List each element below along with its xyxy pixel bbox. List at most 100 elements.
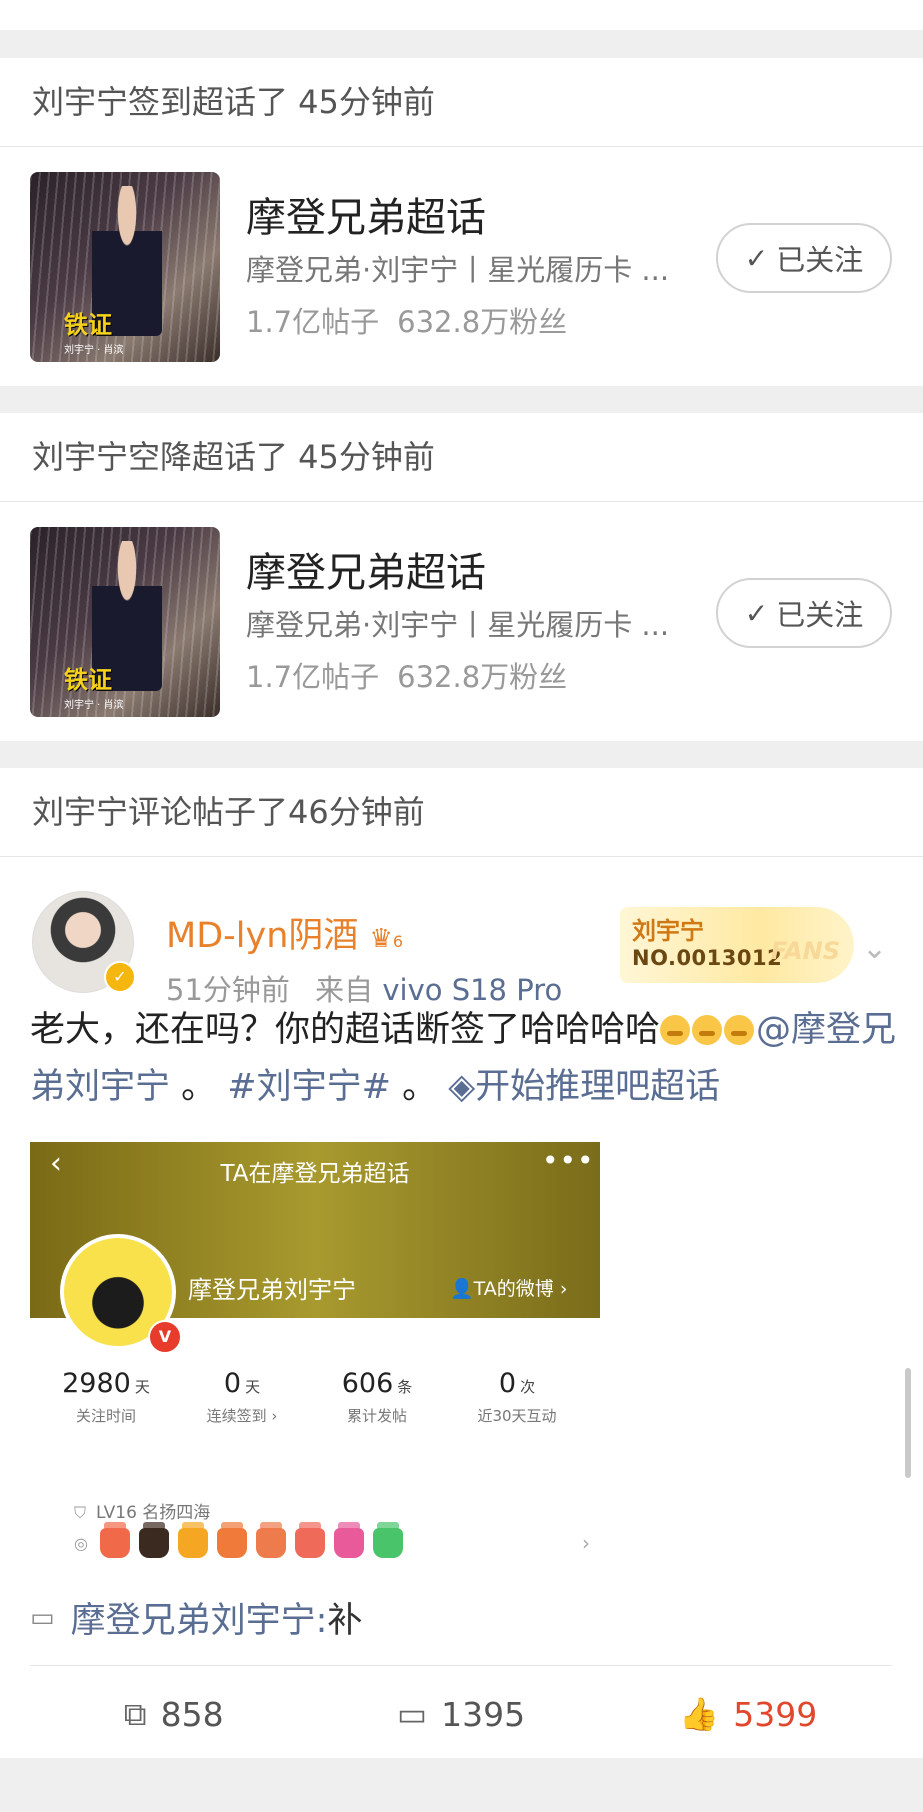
thumb-subtitle: 刘宇宁 · 肖滨	[64, 345, 124, 356]
stat-num: 606	[341, 1368, 394, 1399]
activity-header: 刘宇宁空降超话了 45分钟前	[0, 413, 923, 502]
stat-unit: 天	[245, 1378, 261, 1396]
level-text: LV16 名扬四海	[96, 1503, 211, 1523]
comment-line[interactable]: ▭ 摩登兄弟刘宇宁: 补	[30, 1592, 362, 1643]
chevron-right-icon: ›	[581, 1531, 590, 1555]
topic-fan-count: 632.8万粉丝	[397, 305, 568, 339]
stat-follow-time: 2980 天 关注时间	[30, 1368, 182, 1426]
badge-icon	[294, 1522, 325, 1558]
activity-card-checkin: 刘宇宁签到超话了 45分钟前 铁证 刘宇宁 · 肖滨 摩登兄弟超话 摩登兄弟·刘…	[0, 58, 923, 386]
stat-interactions: 0次 近30天互动	[452, 1368, 582, 1426]
screenshot-title: TA在摩登兄弟超话	[220, 1161, 410, 1187]
activity-header: 刘宇宁评论帖子了46分钟前	[0, 768, 923, 857]
comment-icon: ▭	[396, 1695, 428, 1733]
badge-icon	[333, 1522, 364, 1558]
activity-card-airdrop: 刘宇宁空降超话了 45分钟前 铁证 刘宇宁 · 肖滨 摩登兄弟超话 摩登兄弟·刘…	[0, 413, 923, 741]
post: ✓ MD-lyn阴酒 ♛6 51分钟前 来自 vivo S18 Pro 刘宇宁 …	[0, 857, 923, 1762]
username[interactable]: MD-lyn阴酒 ♛6	[166, 907, 403, 958]
comment-author[interactable]: 摩登兄弟刘宇宁:	[71, 1592, 328, 1643]
screenshot-stats: 2980 天 关注时间 0天 连续签到 › 606 条 累计发帖 0次 近30天互动	[30, 1368, 600, 1426]
stat-label: 累计发帖	[346, 1407, 407, 1425]
topic-post-count: 1.7亿帖子	[246, 660, 380, 694]
badge-icon	[372, 1522, 403, 1558]
fans-badge-word: FANS	[770, 937, 840, 965]
stat-num: 0	[498, 1368, 517, 1399]
stat-unit: 天	[134, 1378, 150, 1396]
repost-count: 858	[160, 1694, 224, 1734]
badge-icon	[99, 1522, 130, 1558]
stat-label: 近30天互动	[477, 1407, 557, 1425]
badge-row: ◎ ›	[74, 1522, 590, 1558]
topic-thumbnail[interactable]: 铁证 刘宇宁 · 肖滨	[30, 172, 220, 362]
post-text: 老大，还在吗？你的超话断签了哈哈哈哈 @摩登兄弟刘宇宁 。 #刘宇宁# 。 ◈开始…	[30, 1002, 900, 1116]
stat-streak: 0天 连续签到 ›	[182, 1368, 302, 1426]
red-v-badge-icon: V	[148, 1320, 182, 1354]
post-image-screenshot[interactable]: ‹ TA在摩登兄弟超话 ••• V 摩登兄弟刘宇宁 👤TA的微博 › 2980 天…	[30, 1142, 600, 1572]
topic-row[interactable]: 铁证 刘宇宁 · 肖滨 摩登兄弟超话 摩登兄弟·刘宇宁丨星光履历卡 ... 1.…	[0, 147, 923, 381]
medal-icon: ◎	[74, 1533, 88, 1553]
check-icon: ✓	[744, 241, 769, 275]
crown-level: 6	[392, 932, 404, 951]
topic-row[interactable]: 铁证 刘宇宁 · 肖滨 摩登兄弟超话 摩登兄弟·刘宇宁丨星光履历卡 ... 1.…	[0, 502, 923, 736]
stat-unit: 条	[397, 1378, 413, 1396]
comment-button[interactable]: ▭ 1395	[317, 1666, 604, 1762]
topic-fan-count: 632.8万粉丝	[397, 660, 568, 694]
stat-unit: 次	[520, 1378, 536, 1396]
topic-post-count: 1.7亿帖子	[246, 305, 380, 339]
post-text-sep: 。	[390, 1067, 438, 1107]
stat-label: 关注时间	[75, 1407, 136, 1425]
fans-badge[interactable]: 刘宇宁 NO.0013012 FANS	[620, 907, 854, 983]
badge-icon	[177, 1522, 208, 1558]
topic-link-label: 开始推理吧超话	[475, 1067, 721, 1107]
top-card-remnant	[0, 0, 923, 30]
topic-name[interactable]: 摩登兄弟超话	[246, 185, 486, 243]
topic-description: 摩登兄弟·刘宇宁丨星光履历卡 ...	[246, 253, 670, 287]
thumb-subtitle: 刘宇宁 · 肖滨	[64, 700, 124, 711]
level-row: ⛉ LV16 名扬四海	[74, 1498, 210, 1523]
topic-name[interactable]: 摩登兄弟超话	[246, 540, 486, 598]
stat-posts: 606 条 累计发帖	[302, 1368, 452, 1426]
activity-header: 刘宇宁签到超话了 45分钟前	[0, 58, 923, 147]
badge-icon	[216, 1522, 247, 1558]
topic-description: 摩登兄弟·刘宇宁丨星光履历卡 ...	[246, 608, 670, 642]
chevron-down-icon[interactable]: ⌄	[862, 931, 887, 966]
post-header: ✓ MD-lyn阴酒 ♛6 51分钟前 来自 vivo S18 Pro 刘宇宁 …	[0, 857, 923, 1007]
sad-face-icon	[724, 1015, 755, 1045]
action-bar: ⧉ 858 ▭ 1395 👍 5399	[30, 1665, 892, 1762]
activity-card-comment: 刘宇宁评论帖子了46分钟前 ✓ MD-lyn阴酒 ♛6 51分钟前 来自 viv…	[0, 768, 923, 1758]
topic-stats: 1.7亿帖子 632.8万粉丝	[246, 299, 567, 341]
like-button[interactable]: 👍 5399	[605, 1666, 892, 1762]
followed-label: 已关注	[776, 243, 864, 277]
person-icon: 👤	[450, 1278, 474, 1300]
screenshot-name: 摩登兄弟刘宇宁	[188, 1276, 356, 1304]
badge-icon	[138, 1522, 169, 1558]
weibo-link-text: TA的微博 ›	[473, 1278, 568, 1300]
thumb-title: 铁证	[64, 666, 112, 694]
scrollbar[interactable]	[905, 1368, 911, 1478]
followed-button[interactable]: ✓ 已关注	[716, 578, 892, 648]
sad-face-icon	[692, 1015, 723, 1045]
repost-button[interactable]: ⧉ 858	[30, 1666, 317, 1762]
username-text: MD-lyn阴酒	[166, 916, 359, 956]
stat-num: 2980	[62, 1368, 131, 1399]
check-icon: ✓	[744, 596, 769, 630]
like-count: 5399	[733, 1694, 818, 1734]
topic-thumbnail[interactable]: 铁证 刘宇宁 · 肖滨	[30, 527, 220, 717]
topic-link[interactable]: ◈开始推理吧超话	[448, 1067, 720, 1107]
post-text-main: 老大，还在吗？你的超话断签了哈哈哈哈	[30, 1010, 661, 1050]
shield-icon: ⛉	[74, 1503, 87, 1522]
screenshot-weibo-link: 👤TA的微博 ›	[450, 1274, 567, 1301]
sad-face-icon	[660, 1015, 691, 1045]
comment-bubble-icon: ▭	[30, 1602, 55, 1633]
stat-num: 0	[223, 1368, 242, 1399]
repost-icon: ⧉	[123, 1694, 147, 1733]
topic-stats: 1.7亿帖子 632.8万粉丝	[246, 654, 567, 696]
hashtag-link[interactable]: #刘宇宁#	[227, 1067, 391, 1107]
followed-button[interactable]: ✓ 已关注	[716, 223, 892, 293]
post-text-sep: 。	[170, 1067, 217, 1107]
followed-label: 已关注	[776, 598, 864, 632]
more-icon: •••	[542, 1144, 595, 1177]
badge-icon	[255, 1522, 286, 1558]
verified-badge-icon: ✓	[104, 961, 136, 993]
thumb-title: 铁证	[64, 311, 112, 339]
